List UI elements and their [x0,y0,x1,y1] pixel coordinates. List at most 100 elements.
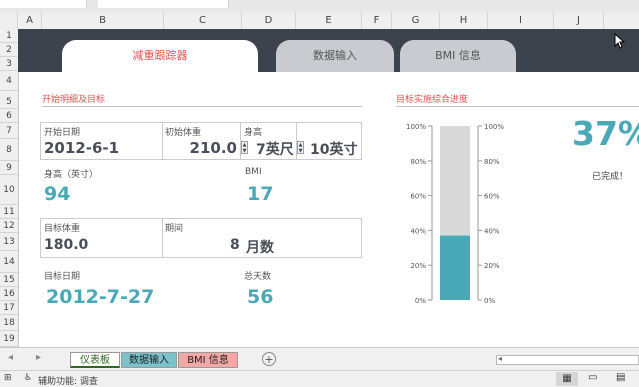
height-inches-value[interactable]: 10英寸 [310,139,357,159]
sheet-tab-bar: ◂ ▸ 仪表板 数据输入 BMI 信息 + ◂ [0,347,639,371]
left-tick-label: 80% [410,158,426,166]
column-header[interactable]: C [164,12,242,29]
progress-percent: 37% [572,114,639,153]
column-header[interactable]: J [554,12,604,29]
column-header[interactable] [604,12,639,29]
sheet-tab-bmi-info[interactable]: BMI 信息 [178,352,238,368]
row-header[interactable]: 3 [0,57,18,71]
normal-view-icon[interactable]: ▦ [556,372,578,386]
column-header[interactable]: I [488,12,554,29]
left-tick-label: 0% [415,297,426,305]
row-header[interactable]: 17 [0,301,18,315]
mouse-cursor-icon [614,33,626,49]
row-header[interactable]: 13 [0,233,18,251]
right-tick-label: 100% [484,123,504,131]
right-tick-label: 0% [484,297,495,305]
tab-dashboard[interactable]: 减重跟踪器 [62,40,258,72]
row-header[interactable]: 18 [0,315,18,331]
prev-sheet-icon[interactable]: ◂ [8,352,13,363]
start-weight-label: 初始体重 [165,128,202,138]
page-layout-icon[interactable]: ▭ [588,372,597,383]
column-header[interactable]: B [42,12,164,29]
row-header[interactable]: 7 [0,123,18,139]
next-sheet-icon[interactable]: ▸ [36,352,41,363]
tab-data-input[interactable]: 数据输入 [276,40,394,72]
progress-chart: 0% 0% 20% 20% 40% 40% 60% 60% 80% 80% 100% 100% [406,123,504,305]
total-days-value: 56 [247,286,274,308]
row-header[interactable]: 15 [0,273,18,287]
sheet-tab-data-input[interactable]: 数据输入 [121,352,177,368]
target-date-value: 2012-7-27 [46,286,155,308]
header-banner: 减重跟踪器 数据输入 BMI 信息 [18,29,639,72]
column-header[interactable]: A [18,12,42,29]
right-tick-label: 40% [484,227,500,235]
target-weight-value[interactable]: 180.0 [44,237,88,253]
start-date-label: 开始日期 [44,128,81,138]
formula-input[interactable] [98,0,229,8]
row-header[interactable]: 9 [0,161,18,175]
row-header[interactable]: 2 [0,43,18,57]
target-weight-label: 目标体重 [44,224,81,234]
column-header[interactable]: E [296,12,362,29]
name-box[interactable] [0,0,87,8]
period-label: 期间 [165,224,184,234]
left-tick-label: 40% [410,227,426,235]
accessibility-status[interactable]: 辅助功能: 调查 [38,374,98,387]
add-sheet-button[interactable]: + [262,352,276,366]
total-days-label: 总天数 [244,272,272,282]
row-header[interactable]: 6 [0,109,18,123]
left-tick-label: 60% [410,193,426,201]
sheet-tab-dashboard[interactable]: 仪表板 [70,352,120,368]
progress-bar [440,235,470,300]
row-header[interactable]: 19 [0,331,18,347]
scroll-left-icon[interactable]: ◂ [498,354,502,363]
row-header[interactable]: 14 [0,251,18,273]
start-details-heading: 开始明细及目标 [42,95,106,105]
tab-data-input-label: 数据输入 [313,49,357,62]
period-value[interactable]: 8 [230,237,240,253]
column-header[interactable]: H [440,12,488,29]
section-divider [42,106,362,107]
right-tick-label: 60% [484,193,500,201]
completed-label: 已完成！ [592,172,629,182]
row-header[interactable]: 8 [0,139,18,161]
row-header[interactable]: 1 [0,29,18,43]
height-inches-total: 94 [44,183,71,205]
tab-bmi-info-label: BMI 信息 [435,49,481,62]
section-divider [396,106,639,107]
start-weight-value[interactable]: 210.0 [165,139,237,157]
bmi-value: 17 [247,183,274,205]
page-break-icon[interactable]: ▤ [616,372,625,383]
column-header[interactable]: G [392,12,440,29]
left-tick-label: 100% [406,123,426,131]
target-box [40,218,362,258]
ready-icon: ⊞ [4,373,12,383]
height-feet-value[interactable]: 7英尺 [256,139,294,159]
height-inches-label: 身高（英寸） [44,170,99,180]
row-headers: 1 2 3 4 5 6 7 8 9 10 11 12 13 14 15 16 1… [0,29,19,347]
left-tick-label: 20% [410,262,426,270]
horizontal-scrollbar[interactable] [496,355,639,365]
height-label: 身高 [244,128,263,138]
row-header[interactable]: 4 [0,71,18,91]
tab-dashboard-label: 减重跟踪器 [132,49,188,62]
row-header[interactable]: 10 [0,175,18,205]
row-header[interactable]: 12 [0,219,18,233]
row-header[interactable]: 16 [0,287,18,301]
column-headers: A B C D E F G H I J [0,12,639,30]
weight-spinner[interactable]: ▲ ▼ [241,141,248,154]
bmi-label: BMI [245,167,262,177]
accessibility-icon: ♿ [24,373,33,383]
period-unit: 月数 [246,240,274,256]
height-feet-spinner[interactable]: ▲ ▼ [297,141,304,154]
column-header[interactable]: F [362,12,392,29]
tab-bmi-info[interactable]: BMI 信息 [400,40,516,72]
progress-heading: 目标实施综合进度 [396,95,469,105]
target-date-label: 目标日期 [44,272,81,282]
row-header[interactable]: 5 [0,91,18,109]
select-all-corner[interactable] [0,12,18,29]
column-header[interactable]: D [242,12,296,29]
row-header[interactable]: 11 [0,205,18,219]
start-date-value[interactable]: 2012-6-1 [44,139,119,157]
right-tick-label: 80% [484,158,500,166]
